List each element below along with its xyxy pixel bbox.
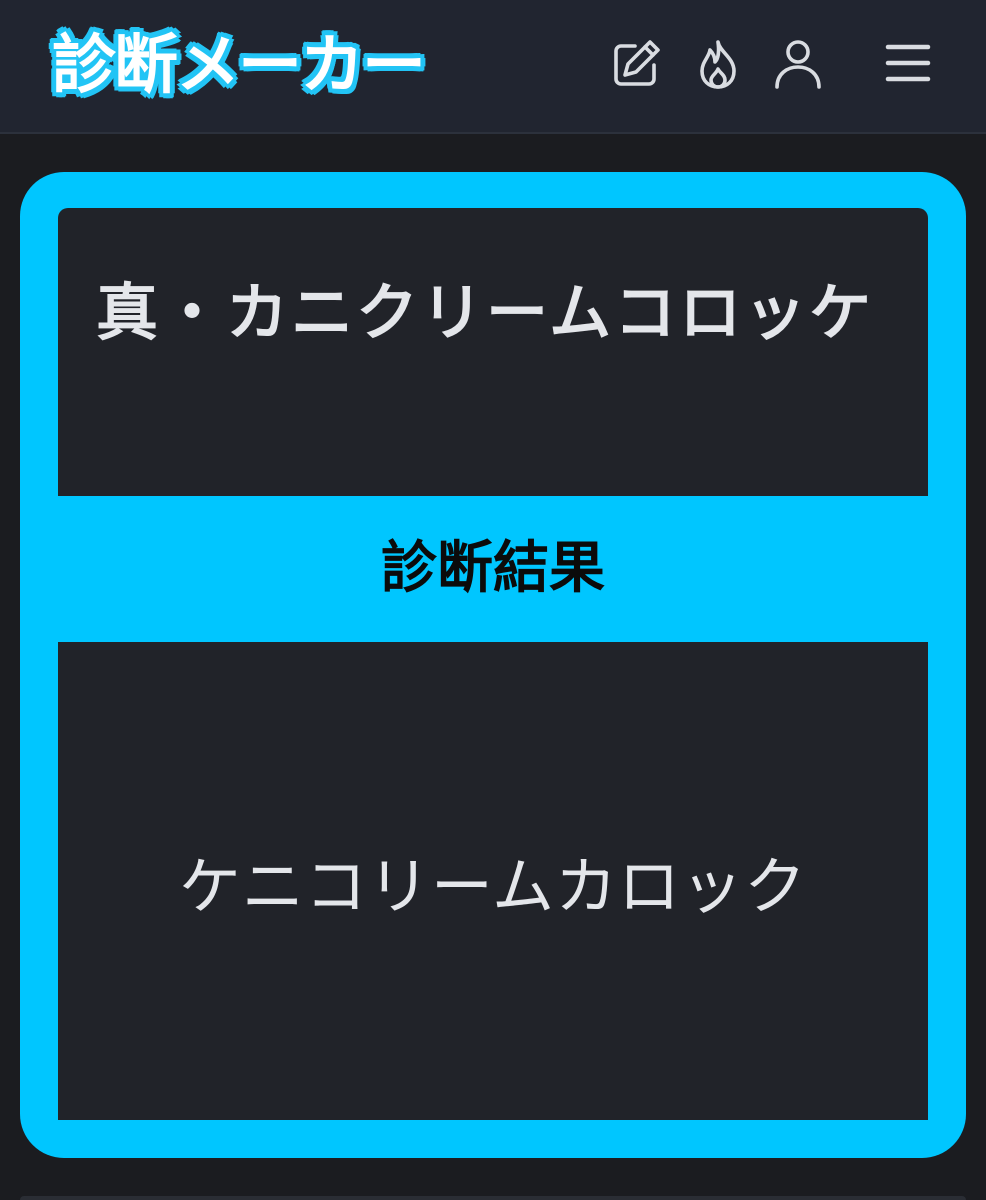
result-text: ケニコリームカロック (178, 850, 808, 923)
edit-icon[interactable] (608, 36, 664, 92)
navbar: 診断メーカー (0, 0, 986, 134)
title-panel: 真・カニクリームコロッケ (58, 208, 928, 496)
diagnosis-result-card: 真・カニクリームコロッケ 診断結果 ケニコリームカロック (20, 172, 966, 1158)
result-panel: ケニコリームカロック (58, 642, 928, 1120)
menu-icon[interactable] (880, 36, 936, 92)
diagnosis-title[interactable]: 真・カニクリームコロッケ (96, 270, 906, 356)
fire-icon[interactable] (690, 36, 746, 92)
user-icon[interactable] (770, 36, 826, 92)
result-heading: 診断結果 (381, 536, 605, 601)
site-logo[interactable]: 診断メーカー (52, 26, 426, 106)
next-card-edge (20, 1196, 966, 1200)
